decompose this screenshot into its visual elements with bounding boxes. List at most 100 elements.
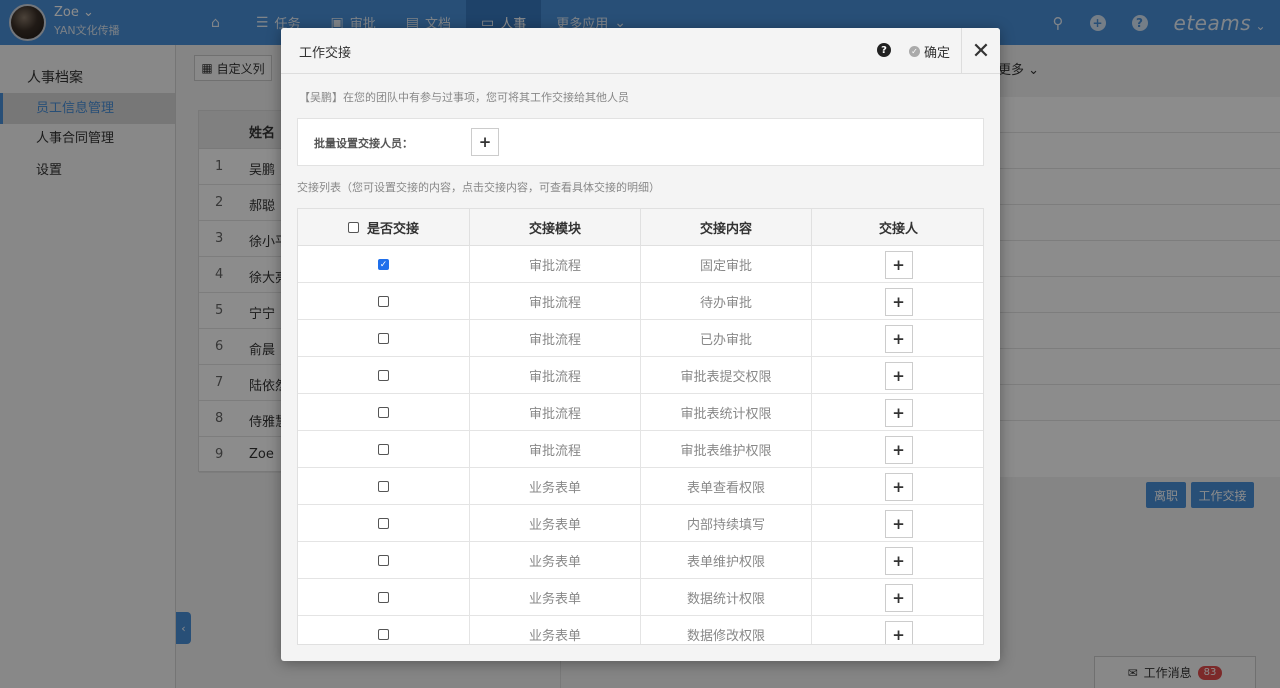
handover-cell xyxy=(298,394,470,431)
module-cell: 审批流程 xyxy=(470,431,641,468)
handover-checkbox[interactable] xyxy=(378,296,389,307)
module-cell: 审批流程 xyxy=(470,394,641,431)
table-row: 业务表单 表单维护权限 + xyxy=(298,542,983,579)
module-cell: 审批流程 xyxy=(470,283,641,320)
table-body: ✓ 审批流程 固定审批 + 审批流程 待办审批 + 审批流程 已办审批 + 审批流程 审批表提交权限 +… xyxy=(298,246,983,644)
add-assignee-button[interactable]: + xyxy=(884,583,913,612)
select-all-checkbox[interactable] xyxy=(347,222,359,233)
module-cell: 审批流程 xyxy=(470,246,641,283)
add-assignee-button[interactable]: + xyxy=(884,361,913,390)
handover-checkbox[interactable] xyxy=(378,481,389,492)
plus-icon: + xyxy=(478,133,492,151)
handover-cell xyxy=(298,283,470,320)
add-assignee-button[interactable]: + xyxy=(884,509,913,538)
column-header-handover: 是否交接 xyxy=(298,209,470,246)
add-assignee-button[interactable]: + xyxy=(884,546,913,575)
content-cell[interactable]: 审批表统计权限 xyxy=(641,394,812,431)
handover-tip: 【吴鹏】在您的团队中有参与过事项，您可将其工作交接给其他人员 xyxy=(299,91,629,104)
plus-icon: + xyxy=(892,588,905,607)
plus-icon: + xyxy=(892,551,905,570)
table-row: 审批流程 审批表维护权限 + xyxy=(298,431,983,468)
add-assignee-button[interactable]: + xyxy=(884,435,913,464)
handover-checkbox[interactable] xyxy=(378,629,389,640)
batch-assign-label: 批量设置交接人员： xyxy=(314,137,413,150)
help-icon[interactable]: ? xyxy=(877,43,891,57)
handover-cell: ✓ xyxy=(298,246,470,283)
table-row: 审批流程 审批表统计权限 + xyxy=(298,394,983,431)
handover-checkbox[interactable]: ✓ xyxy=(378,259,389,270)
assignee-cell: + xyxy=(812,616,983,644)
assignee-cell: + xyxy=(812,542,983,579)
handover-cell xyxy=(298,431,470,468)
add-assignee-button[interactable]: + xyxy=(884,398,913,427)
plus-icon: + xyxy=(892,440,905,459)
assignee-cell: + xyxy=(812,320,983,357)
assignee-cell: + xyxy=(812,394,983,431)
add-assignee-button[interactable]: + xyxy=(884,250,913,279)
handover-cell xyxy=(298,505,470,542)
batch-add-assignee-button[interactable]: + xyxy=(471,128,499,156)
module-cell: 审批流程 xyxy=(470,320,641,357)
handover-checkbox[interactable] xyxy=(378,370,389,381)
plus-icon: + xyxy=(892,366,905,385)
content-cell[interactable]: 固定审批 xyxy=(641,246,812,283)
handover-checkbox[interactable] xyxy=(378,333,389,344)
confirm-button[interactable]: ✓ 确定 xyxy=(909,42,950,61)
plus-icon: + xyxy=(892,329,905,348)
content-cell[interactable]: 表单查看权限 xyxy=(641,468,812,505)
plus-icon: + xyxy=(892,292,905,311)
content-cell[interactable]: 审批表提交权限 xyxy=(641,357,812,394)
assignee-cell: + xyxy=(812,431,983,468)
handover-cell xyxy=(298,357,470,394)
handover-checkbox[interactable] xyxy=(378,555,389,566)
handover-checkbox[interactable] xyxy=(378,518,389,529)
module-cell: 业务表单 xyxy=(470,616,641,644)
content-cell[interactable]: 内部持续填写 xyxy=(641,505,812,542)
table-row: 审批流程 审批表提交权限 + xyxy=(298,357,983,394)
content-cell[interactable]: 数据统计权限 xyxy=(641,579,812,616)
work-handover-dialog: 工作交接 ? ✓ 确定 ✕ 【吴鹏】在您的团队中有参与过事项，您可将其工作交接给… xyxy=(281,28,1000,661)
handover-cell xyxy=(298,320,470,357)
table-row: 业务表单 数据统计权限 + xyxy=(298,579,983,616)
plus-icon: + xyxy=(892,477,905,496)
content-cell[interactable]: 待办审批 xyxy=(641,283,812,320)
column-header-assignee: 交接人 xyxy=(878,222,918,237)
table-row: 业务表单 内部持续填写 + xyxy=(298,505,983,542)
table-row: 业务表单 表单查看权限 + xyxy=(298,468,983,505)
close-icon: ✕ xyxy=(971,38,991,64)
handover-table: 是否交接 交接模块 交接内容 交接人 ✓ 审批流程 固定审批 + 审批流程 待办审批 + 审批… xyxy=(297,208,984,645)
add-assignee-button[interactable]: + xyxy=(884,620,913,644)
handover-checkbox[interactable] xyxy=(378,444,389,455)
assignee-cell: + xyxy=(812,579,983,616)
content-cell[interactable]: 审批表维护权限 xyxy=(641,431,812,468)
column-header-module: 交接模块 xyxy=(470,209,641,246)
add-assignee-button[interactable]: + xyxy=(884,472,913,501)
add-assignee-button[interactable]: + xyxy=(884,324,913,353)
handover-checkbox[interactable] xyxy=(378,592,389,603)
table-row: 审批流程 待办审批 + xyxy=(298,283,983,320)
module-cell: 业务表单 xyxy=(470,542,641,579)
content-cell[interactable]: 已办审批 xyxy=(641,320,812,357)
handover-cell xyxy=(298,616,470,644)
table-header: 是否交接 交接模块 交接内容 交接人 xyxy=(298,209,983,246)
content-cell[interactable]: 表单维护权限 xyxy=(641,542,812,579)
plus-icon: + xyxy=(892,403,905,422)
check-icon: ✓ xyxy=(909,46,920,57)
module-cell: 业务表单 xyxy=(470,579,641,616)
dialog-title: 工作交接 xyxy=(299,46,352,61)
close-button[interactable]: ✕ xyxy=(961,28,1000,74)
module-cell: 审批流程 xyxy=(470,357,641,394)
handover-cell xyxy=(298,542,470,579)
table-row: 业务表单 数据修改权限 + xyxy=(298,616,983,644)
assignee-cell: + xyxy=(812,283,983,320)
assignee-cell: + xyxy=(812,468,983,505)
module-cell: 业务表单 xyxy=(470,468,641,505)
handover-checkbox[interactable] xyxy=(378,407,389,418)
add-assignee-button[interactable]: + xyxy=(884,287,913,316)
batch-assign-section: 批量设置交接人员： + xyxy=(297,118,984,166)
plus-icon: + xyxy=(892,514,905,533)
handover-cell xyxy=(298,468,470,505)
content-cell[interactable]: 数据修改权限 xyxy=(641,616,812,644)
handover-cell xyxy=(298,579,470,616)
handover-list-tip: 交接列表（您可设置交接的内容，点击交接内容，可查看具体交接的明细） xyxy=(297,181,660,194)
